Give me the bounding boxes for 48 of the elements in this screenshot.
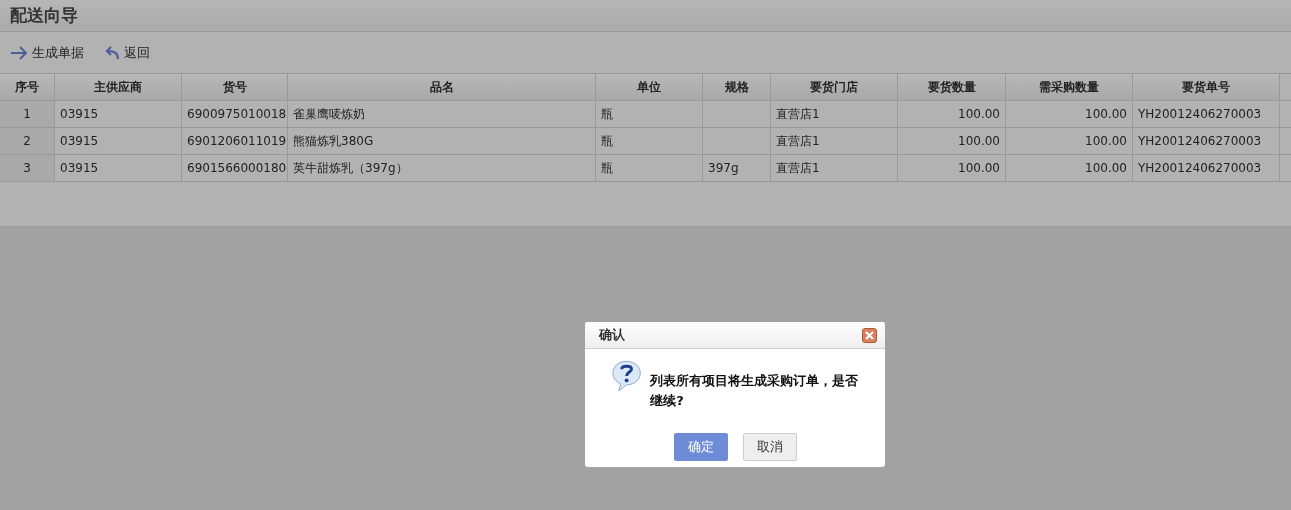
table-cell: 397g [703, 155, 771, 181]
table-cell: 瓶 [596, 128, 703, 154]
arrow-right-icon [10, 45, 28, 60]
column-header: 要货单号 [1133, 74, 1280, 100]
table-cell: 100.00 [898, 101, 1006, 127]
table-cell: 03915 [55, 101, 182, 127]
table-cell: 100.00 [1006, 128, 1133, 154]
table-cell: YH20012406270003 [1133, 101, 1280, 127]
cancel-button[interactable]: 取消 [742, 433, 797, 461]
table-cell: 6901566000180 [182, 155, 288, 181]
return-arrow-icon [104, 45, 120, 60]
column-header: 货号 [182, 74, 288, 100]
column-header: 主供应商 [55, 74, 182, 100]
table-cell: 直营店1 [771, 155, 898, 181]
table-cell: 100.00 [1006, 101, 1133, 127]
question-icon [611, 359, 643, 393]
table-cell: 100.00 [898, 155, 1006, 181]
column-header: 单位 [596, 74, 703, 100]
table-cell: 瓶 [596, 101, 703, 127]
column-header: 要货数量 [898, 74, 1006, 100]
column-header: 需采购数量 [1006, 74, 1133, 100]
table-cell: 直营店1 [771, 101, 898, 127]
table-cell: 直营店1 [771, 128, 898, 154]
table-cell: 03915 [55, 155, 182, 181]
table-cell: 熊猫炼乳380G [288, 128, 596, 154]
table-cell: 1 [0, 101, 55, 127]
table-cell: 英牛甜炼乳（397g） [288, 155, 596, 181]
table-cell: YH20012406270003 [1133, 155, 1280, 181]
table-cell: 瓶 [596, 155, 703, 181]
table-cell: 3 [0, 155, 55, 181]
column-header: 品名 [288, 74, 596, 100]
table-cell: 100.00 [1006, 155, 1133, 181]
dialog-title: 确认 [599, 326, 625, 344]
close-button[interactable] [862, 327, 877, 343]
table-cell: YH20012406270003 [1133, 128, 1280, 154]
table-cell: 03915 [55, 128, 182, 154]
column-header: 要货门店 [771, 74, 898, 100]
column-header: 序号 [0, 74, 55, 100]
table-cell: 雀巢鹰唛炼奶 [288, 101, 596, 127]
table-cell: 6900975010018 [182, 101, 288, 127]
back-button[interactable]: 返回 [104, 43, 150, 62]
table-cell: 2 [0, 128, 55, 154]
dialog-message: 列表所有项目将生成采购订单，是否继续? [650, 372, 860, 410]
page-title: 配送向导 [0, 0, 1291, 32]
table-cell: 6901206011019 [182, 128, 288, 154]
generate-button[interactable]: 生成单据 [10, 43, 84, 62]
table-cell: 100.00 [898, 128, 1006, 154]
column-header: 规格 [703, 74, 771, 100]
